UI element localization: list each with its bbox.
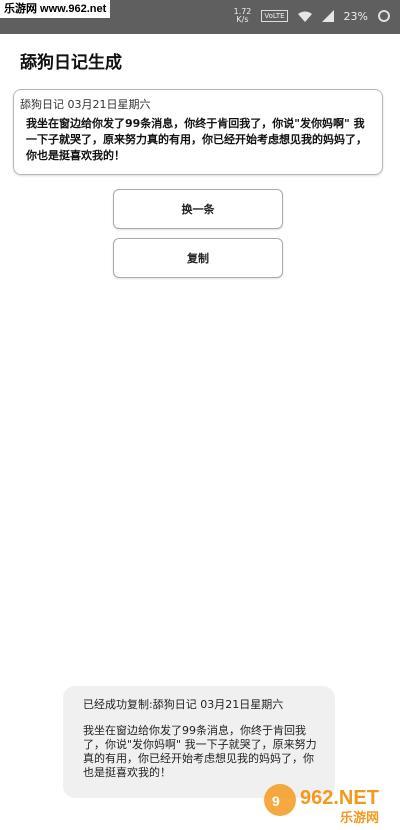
toast-title: 已经成功复制:舔狗日记 03月21日星期六 (83, 698, 284, 711)
diary-card: 舔狗日记 03月21日星期六 我坐在窗边给你发了99条消息，你终于肯回我了，你说… (13, 89, 383, 175)
volte-badge: VoLTE (261, 10, 288, 22)
network-speed: 1.72 K/s (234, 8, 252, 24)
page-title: 舔狗日记生成 (20, 53, 122, 73)
status-icons: 1.72 K/s VoLTE 23% (234, 8, 390, 24)
wifi-icon (297, 11, 312, 22)
network-speed-unit: K/s (236, 15, 249, 24)
diary-body: 我坐在窗边给你发了99条消息，你终于肯回我了，你说"发你妈啊" 我一下子就哭了，… (26, 117, 367, 162)
battery-icon (378, 10, 390, 22)
diary-header: 舔狗日记 03月21日星期六 (20, 98, 151, 111)
watermark-cn: 乐游网 (340, 810, 379, 826)
battery-percent: 23% (343, 9, 368, 23)
copy-button[interactable]: 复制 (113, 238, 283, 278)
signal-icon (321, 10, 334, 22)
watermark-logo: 9 962.NET 乐游网 (260, 772, 400, 826)
svg-text:9: 9 (272, 793, 280, 809)
change-button[interactable]: 换一条 (113, 189, 283, 229)
watermark-top: 乐游网 www.962.net (0, 0, 111, 18)
watermark-brand: 962.NET (300, 787, 379, 809)
